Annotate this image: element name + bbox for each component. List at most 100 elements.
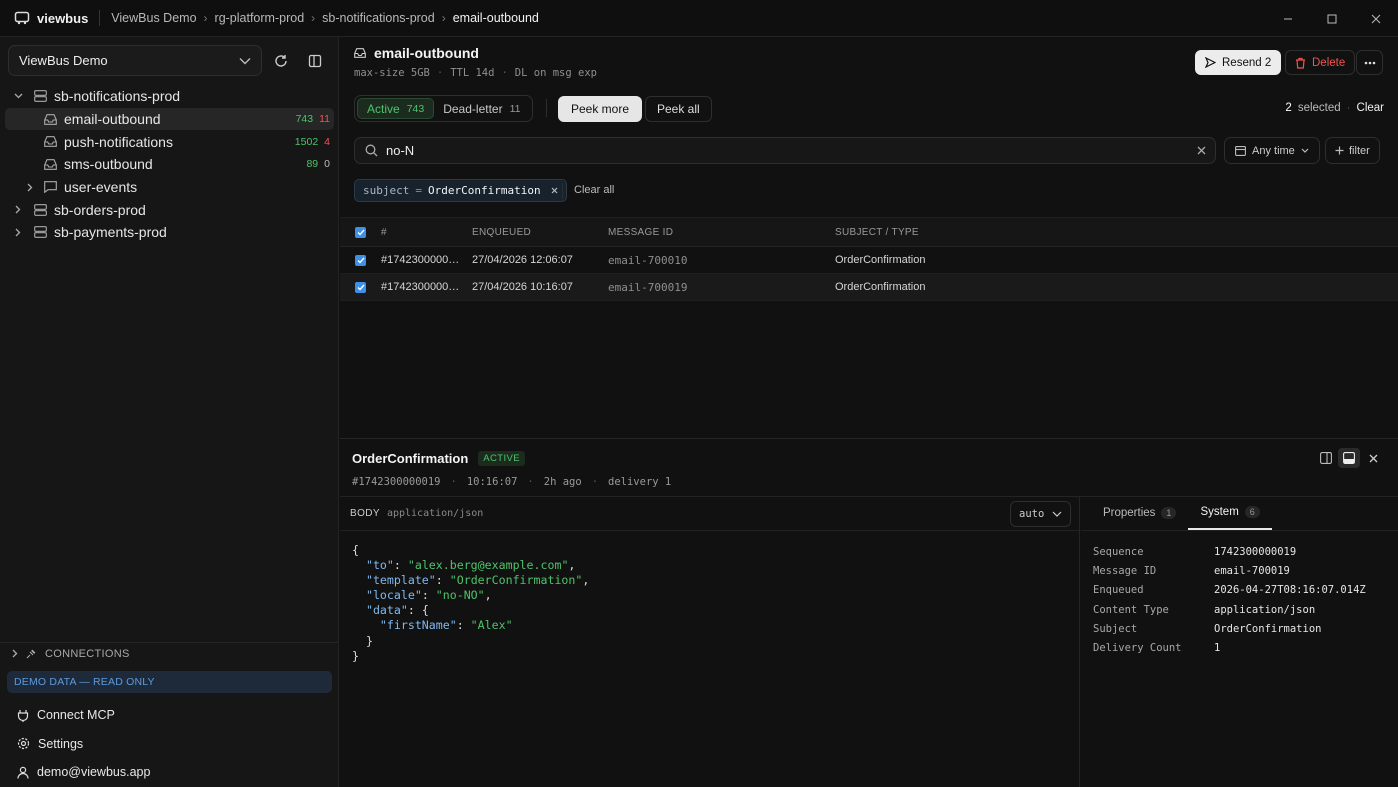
property-value: email-700019 bbox=[1214, 564, 1290, 577]
property-key: Sequence bbox=[1093, 545, 1144, 558]
breadcrumb-workspace[interactable]: ViewBus Demo bbox=[111, 11, 196, 25]
chevron-right-icon[interactable] bbox=[12, 228, 24, 237]
tree-item-sb-notifications-prod[interactable]: sb-notifications-prod bbox=[0, 85, 339, 108]
chevron-down-icon[interactable] bbox=[12, 93, 24, 99]
detail-time: 10:16:07 bbox=[466, 476, 518, 488]
resend-label: Resend 2 bbox=[1222, 56, 1272, 69]
body-label: BODY bbox=[350, 508, 380, 519]
tree-item-label: sms-outbound bbox=[64, 156, 153, 173]
tree-item-user-events[interactable]: user-events bbox=[0, 176, 339, 199]
breadcrumb: ViewBus Demo › rg-platform-prod › sb-not… bbox=[111, 11, 539, 25]
body-format-select[interactable]: auto bbox=[1010, 501, 1072, 527]
minimize-button[interactable] bbox=[1266, 0, 1310, 37]
properties-pane: Properties 1 System 6 Sequence 1742300000… bbox=[1081, 497, 1398, 787]
sidebar: ViewBus Demo sb-notifications-prod email… bbox=[0, 37, 339, 787]
tree-item-label: sb-orders-prod bbox=[54, 201, 146, 218]
tab-active[interactable]: Active 743 bbox=[357, 98, 435, 119]
tab-system[interactable]: System 6 bbox=[1188, 496, 1272, 530]
add-filter-button[interactable]: filter bbox=[1325, 137, 1380, 164]
refresh-button[interactable] bbox=[266, 45, 296, 76]
settings-label: Settings bbox=[38, 736, 84, 751]
detail-header: OrderConfirmation ACTIVE bbox=[352, 451, 526, 466]
breadcrumb-resource-group[interactable]: rg-platform-prod bbox=[215, 11, 305, 25]
peek-all-button[interactable]: Peek all bbox=[645, 96, 712, 122]
detail-age: 2h ago bbox=[543, 476, 582, 488]
split-right-button[interactable] bbox=[1315, 448, 1337, 468]
select-all-checkbox[interactable] bbox=[340, 226, 381, 238]
selection-info: 2 selected · Clear bbox=[1285, 102, 1384, 114]
chevron-right-icon: › bbox=[441, 11, 446, 25]
column-header-sequence[interactable]: # bbox=[381, 227, 472, 238]
tree-item-push-notifications[interactable]: push-notifications 1502 4 bbox=[0, 130, 339, 153]
queue-counts: 743 11 bbox=[296, 113, 330, 125]
table-row[interactable]: #1742300000… 27/04/2026 12:06:07 email-7… bbox=[340, 247, 1398, 274]
split-bottom-button[interactable] bbox=[1338, 448, 1360, 468]
connect-mcp-button[interactable]: Connect MCP bbox=[0, 701, 339, 730]
clear-search-icon[interactable] bbox=[1197, 146, 1206, 155]
time-filter-dropdown[interactable]: Any time bbox=[1224, 137, 1320, 164]
more-horizontal-icon bbox=[1364, 61, 1376, 65]
property-value: 2026-04-27T08:16:07.014Z bbox=[1214, 584, 1366, 597]
add-filter-label: filter bbox=[1349, 144, 1370, 157]
queue-title: email-outbound bbox=[374, 45, 479, 61]
resend-button[interactable]: Resend 2 bbox=[1195, 50, 1282, 75]
remove-filter-icon[interactable] bbox=[551, 187, 558, 194]
row-checkbox[interactable] bbox=[340, 254, 381, 266]
tree-item-sb-orders-prod[interactable]: sb-orders-prod bbox=[0, 198, 339, 221]
close-detail-button[interactable] bbox=[1362, 448, 1384, 468]
dead-letter-count: 4 bbox=[324, 135, 330, 148]
chevron-right-icon[interactable] bbox=[12, 205, 24, 214]
filter-chip-subject[interactable]: subject = OrderConfirmation bbox=[354, 179, 567, 202]
property-key: Content Type bbox=[1093, 603, 1169, 616]
property-value: 1742300000019 bbox=[1214, 545, 1297, 558]
close-window-button[interactable] bbox=[1354, 0, 1398, 37]
server-icon bbox=[32, 226, 48, 239]
queue-counts: 1502 4 bbox=[295, 136, 330, 148]
connections-toggle[interactable]: CONNECTIONS bbox=[0, 642, 339, 664]
tree-item-sb-payments-prod[interactable]: sb-payments-prod bbox=[0, 221, 339, 244]
column-header-subject[interactable]: SUBJECT / TYPE bbox=[835, 227, 1398, 238]
more-actions-button[interactable] bbox=[1356, 50, 1383, 75]
chevron-right-icon bbox=[12, 649, 18, 658]
chevron-down-icon bbox=[239, 57, 251, 65]
app-logo[interactable]: viewbus bbox=[14, 11, 88, 26]
delete-button[interactable]: Delete bbox=[1285, 50, 1356, 75]
selected-count: 2 bbox=[1285, 102, 1292, 114]
inbox-icon bbox=[42, 159, 58, 170]
row-checkbox[interactable] bbox=[340, 281, 381, 293]
dead-letter-count: 11 bbox=[319, 113, 330, 126]
active-count: 743 bbox=[295, 113, 314, 126]
tree-item-email-outbound[interactable]: email-outbound 743 11 bbox=[5, 107, 334, 131]
cell-enqueued: 27/04/2026 10:16:07 bbox=[472, 281, 573, 293]
json-template: OrderConfirmation bbox=[456, 573, 576, 588]
tab-dead-letter[interactable]: Dead-letter 11 bbox=[434, 98, 529, 119]
property-row: Subject OrderConfirmation bbox=[1093, 619, 1366, 638]
plus-icon bbox=[1335, 146, 1344, 155]
chevron-right-icon[interactable] bbox=[24, 183, 36, 192]
bus-icon bbox=[14, 11, 30, 25]
column-header-message-id[interactable]: MESSAGE ID bbox=[608, 227, 835, 238]
message-body-json[interactable]: { "to": "alex.berg@example.com", "templa… bbox=[352, 543, 589, 664]
table-row[interactable]: #1742300000… 27/04/2026 10:16:07 email-7… bbox=[340, 274, 1398, 301]
cell-subject: OrderConfirmation bbox=[835, 281, 926, 293]
user-account-button[interactable]: demo@viewbus.app bbox=[0, 758, 339, 787]
plug-icon bbox=[26, 648, 37, 659]
app-name: viewbus bbox=[37, 10, 89, 26]
maximize-button[interactable] bbox=[1310, 0, 1354, 37]
clear-selection-button[interactable]: Clear bbox=[1357, 102, 1384, 114]
tab-properties[interactable]: Properties 1 bbox=[1091, 496, 1188, 530]
cell-sequence: #1742300000… bbox=[381, 281, 460, 293]
tree-item-label: sb-payments-prod bbox=[54, 224, 167, 241]
body-content-type: application/json bbox=[386, 508, 484, 519]
breadcrumb-namespace[interactable]: sb-notifications-prod bbox=[322, 11, 435, 25]
toggle-sidebar-button[interactable] bbox=[300, 45, 330, 76]
peek-more-button[interactable]: Peek more bbox=[558, 96, 643, 122]
clear-all-filters-button[interactable]: Clear all bbox=[574, 184, 614, 196]
search-bar[interactable]: no-N bbox=[354, 137, 1216, 164]
search-input[interactable]: no-N bbox=[386, 143, 414, 158]
column-header-enqueued[interactable]: ENQUEUED bbox=[472, 227, 608, 238]
settings-button[interactable]: Settings bbox=[0, 730, 339, 759]
tree-item-sms-outbound[interactable]: sms-outbound 89 0 bbox=[0, 153, 339, 176]
user-email: demo@viewbus.app bbox=[37, 765, 151, 780]
workspace-select[interactable]: ViewBus Demo bbox=[8, 45, 262, 76]
